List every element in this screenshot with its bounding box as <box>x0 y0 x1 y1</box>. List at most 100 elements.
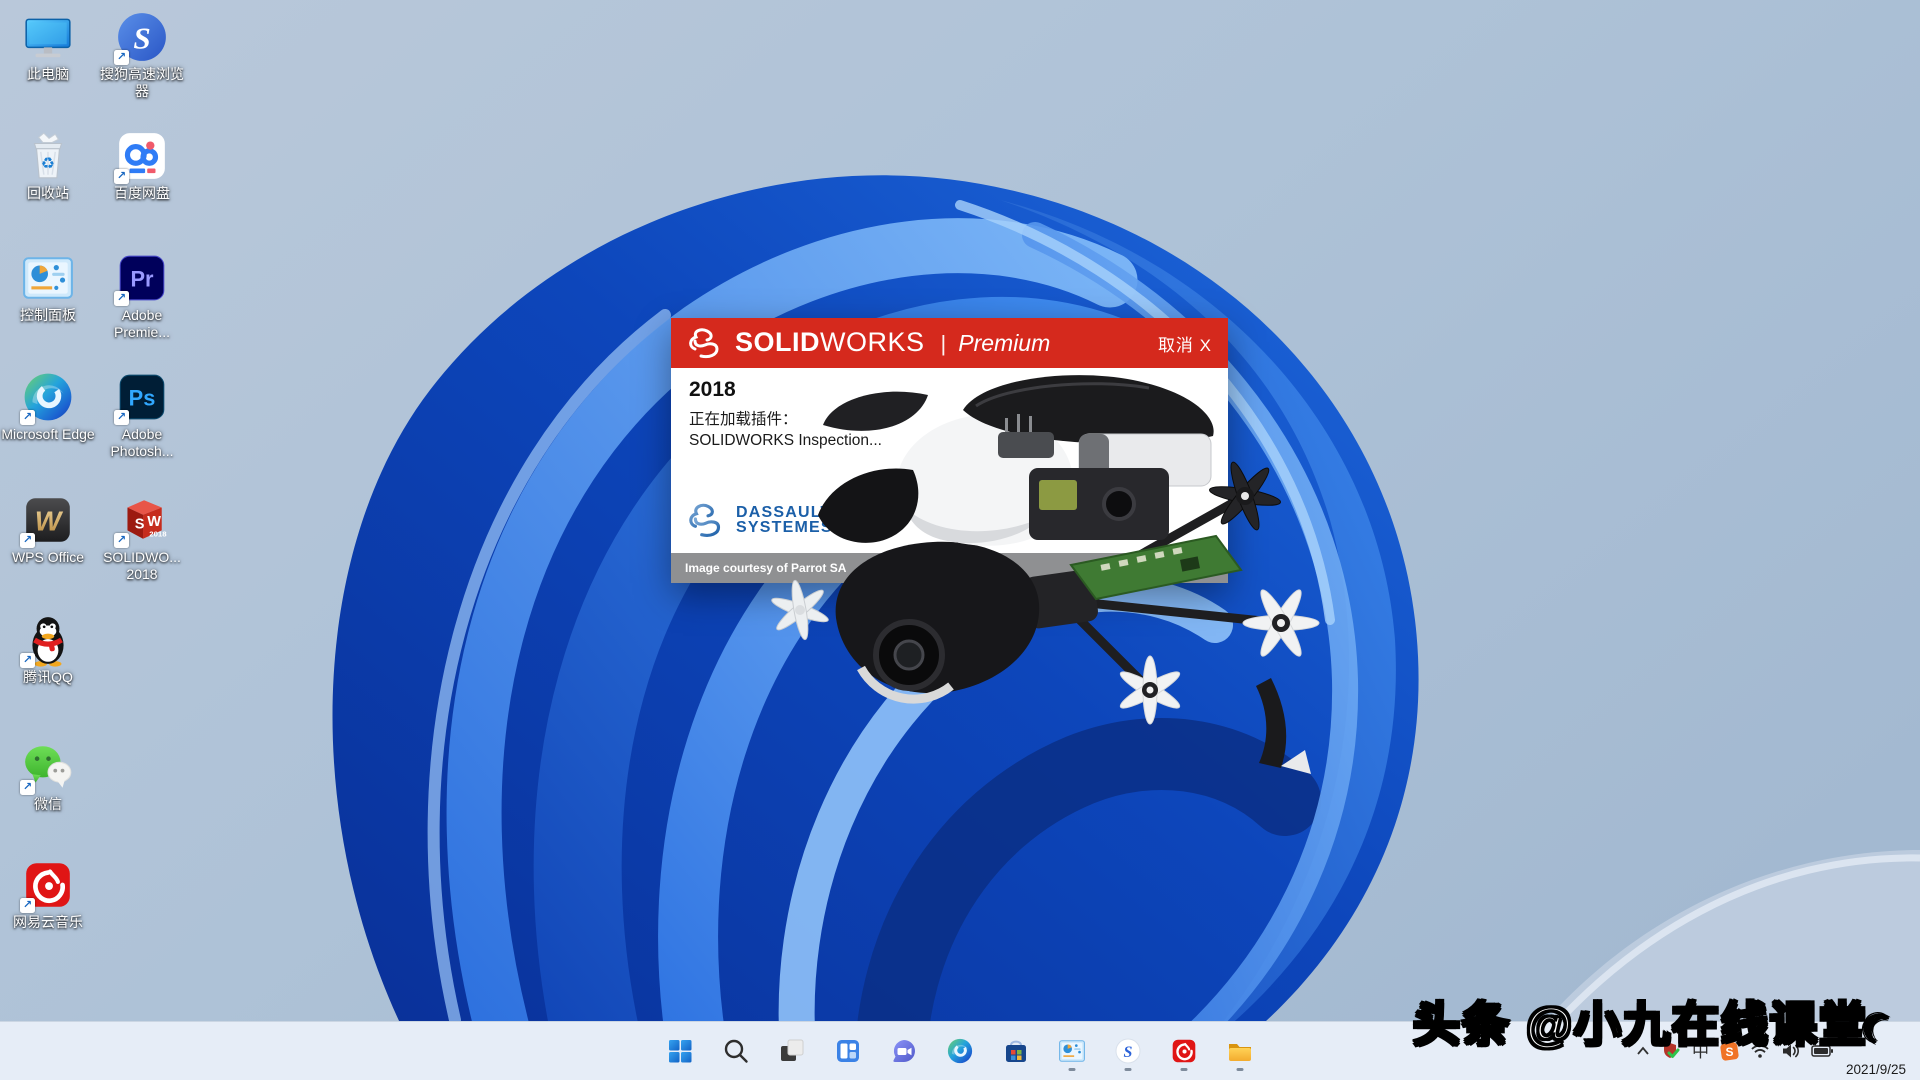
microsoft-edge-icon <box>946 1037 974 1065</box>
search-icon <box>722 1037 750 1065</box>
netease-music-icon <box>1170 1037 1198 1065</box>
control-panel-button[interactable] <box>1050 1028 1094 1074</box>
running-indicator <box>1069 1068 1076 1071</box>
chat-button[interactable] <box>882 1028 926 1074</box>
svg-text:W: W <box>35 505 64 536</box>
edge-button[interactable] <box>938 1028 982 1074</box>
desktop-icon-baidu-netdisk[interactable]: ↗ 百度网盘 <box>94 129 190 202</box>
icon-label: Adobe Photosh... <box>95 426 189 459</box>
shortcut-arrow-icon: ↗ <box>20 898 35 913</box>
edition-label: Premium <box>958 330 1050 357</box>
teams-chat-icon <box>890 1037 918 1065</box>
loading-status-text: 正在加载插件： <box>689 407 1228 429</box>
brand-name: SOLIDWORKS <box>735 327 925 358</box>
file-explorer-button[interactable] <box>1218 1028 1262 1074</box>
desktop-icon-sogou-browser[interactable]: S ↗ 搜狗高速浏览器 <box>94 10 190 99</box>
svg-text:2018: 2018 <box>149 530 167 539</box>
desktop-icon-solidworks-2018[interactable]: S W 2018 ↗ SOLIDWO... 2018 <box>94 493 190 582</box>
solidworks-logo: SOLIDWORKS | Premium <box>687 327 1050 359</box>
desktop-icon-adobe-premiere[interactable]: Pr ↗ Adobe Premie... <box>94 251 190 340</box>
ime-language-indicator[interactable]: 中 <box>1692 1043 1709 1060</box>
desktop-icon-netease-music[interactable]: ↗ 网易云音乐 <box>0 858 96 931</box>
control-panel-icon <box>1058 1037 1086 1065</box>
svg-text:W: W <box>147 514 161 530</box>
cancel-button[interactable]: 取消 X <box>1158 331 1212 356</box>
hidden-icons-chevron-icon[interactable] <box>1636 1045 1650 1057</box>
desktop-icon-this-pc[interactable]: 此电脑 <box>0 10 96 83</box>
icon-label: 百度网盘 <box>114 185 170 202</box>
tray-clock[interactable]: 2021/9/25 <box>1844 1019 1910 1080</box>
svg-text:Ps: Ps <box>129 385 156 410</box>
image-credit-text: Image courtesy of Parrot SA <box>685 561 846 575</box>
desktop-screen: 此电脑 S ↗ 搜狗高速浏览器 ♻ 回收站 ↗ 百度网盘 <box>0 0 1920 1080</box>
start-button[interactable] <box>658 1028 702 1074</box>
sogou-browser-button[interactable]: S <box>1106 1028 1150 1074</box>
security-tray-icon[interactable] <box>1661 1041 1681 1061</box>
shortcut-arrow-icon: ↗ <box>114 410 129 425</box>
taskbar-center-icons: S <box>658 1022 1262 1080</box>
running-indicator <box>1125 1068 1132 1071</box>
splash-header: SOLIDWORKS | Premium 取消 X <box>671 318 1228 368</box>
widgets-icon <box>834 1037 862 1065</box>
shortcut-arrow-icon: ↗ <box>20 410 35 425</box>
icon-label: 搜狗高速浏览器 <box>95 66 189 99</box>
svg-text:Pr: Pr <box>130 266 154 291</box>
desktop-icon-microsoft-edge[interactable]: ↗ Microsoft Edge <box>0 370 96 443</box>
taskbar: S <box>0 1021 1920 1080</box>
control-panel-icon <box>21 251 75 305</box>
shortcut-arrow-icon: ↗ <box>114 291 129 306</box>
desktop-icon-tencent-qq[interactable]: ↗ 腾讯QQ <box>0 613 96 686</box>
wifi-icon[interactable] <box>1750 1043 1770 1059</box>
desktop-icon-recycle-bin[interactable]: ♻ 回收站 <box>0 129 96 202</box>
sogou-browser-icon: S <box>1114 1037 1142 1065</box>
tray-date: 2021/9/25 <box>1846 1062 1906 1077</box>
desktop-icon-wechat[interactable]: ↗ 微信 <box>0 740 96 813</box>
this-pc-icon <box>21 10 75 64</box>
icon-label: 腾讯QQ <box>23 669 73 686</box>
image-credit-bar: Image courtesy of Parrot SA <box>671 553 1228 583</box>
task-view-button[interactable] <box>770 1028 814 1074</box>
shortcut-arrow-icon: ↗ <box>20 533 35 548</box>
addin-name-text: SOLIDWORKS Inspection... <box>689 432 1228 450</box>
windows-start-icon <box>666 1037 694 1065</box>
widgets-button[interactable] <box>826 1028 870 1074</box>
volume-icon[interactable] <box>1781 1043 1800 1059</box>
desktop-icon-wps-office[interactable]: W ↗ WPS Office <box>0 493 96 566</box>
dassault-systemes-logo: DASSAULT SYSTEMES <box>687 499 833 541</box>
desktop-icon-control-panel[interactable]: 控制面板 <box>0 251 96 324</box>
svg-text:S: S <box>133 20 150 55</box>
microsoft-store-button[interactable] <box>994 1028 1038 1074</box>
svg-text:S: S <box>1124 1044 1133 1061</box>
svg-text:S: S <box>1725 1045 1733 1059</box>
svg-text:♻: ♻ <box>41 155 55 172</box>
icon-label: WPS Office <box>12 549 84 566</box>
vendor-name: DASSAULT SYSTEMES <box>736 505 833 535</box>
recycle-bin-icon: ♻ <box>21 129 75 183</box>
dassault-swoosh-icon <box>687 499 729 541</box>
desktop-icon-adobe-photoshop[interactable]: Ps ↗ Adobe Photosh... <box>94 370 190 459</box>
system-tray: 中 S <box>1636 1022 1910 1080</box>
microsoft-store-icon <box>1002 1037 1030 1065</box>
brand-separator: | <box>941 331 947 357</box>
running-indicator <box>1237 1068 1244 1071</box>
solidworks-splash-dialog: SOLIDWORKS | Premium 取消 X 2018 正在加载插件： S… <box>671 318 1228 583</box>
icon-label: 此电脑 <box>27 66 69 83</box>
search-button[interactable] <box>714 1028 758 1074</box>
netease-music-button[interactable] <box>1162 1028 1206 1074</box>
running-indicator <box>1181 1068 1188 1071</box>
icon-label: Adobe Premie... <box>95 307 189 340</box>
icon-label: 网易云音乐 <box>13 914 83 931</box>
icon-label: 微信 <box>34 796 62 813</box>
splash-body: 2018 正在加载插件： SOLIDWORKS Inspection... DA… <box>671 368 1228 553</box>
shortcut-arrow-icon: ↗ <box>20 653 35 668</box>
file-explorer-icon <box>1226 1037 1254 1065</box>
shortcut-arrow-icon: ↗ <box>20 780 35 795</box>
svg-text:S: S <box>135 516 145 532</box>
icon-label: 控制面板 <box>20 307 76 324</box>
shortcut-arrow-icon: ↗ <box>114 533 129 548</box>
version-label: 2018 <box>689 378 1228 402</box>
sogou-ime-icon[interactable]: S <box>1720 1042 1739 1061</box>
icon-label: 回收站 <box>27 185 69 202</box>
battery-icon[interactable] <box>1811 1044 1833 1058</box>
task-view-icon <box>778 1037 806 1065</box>
